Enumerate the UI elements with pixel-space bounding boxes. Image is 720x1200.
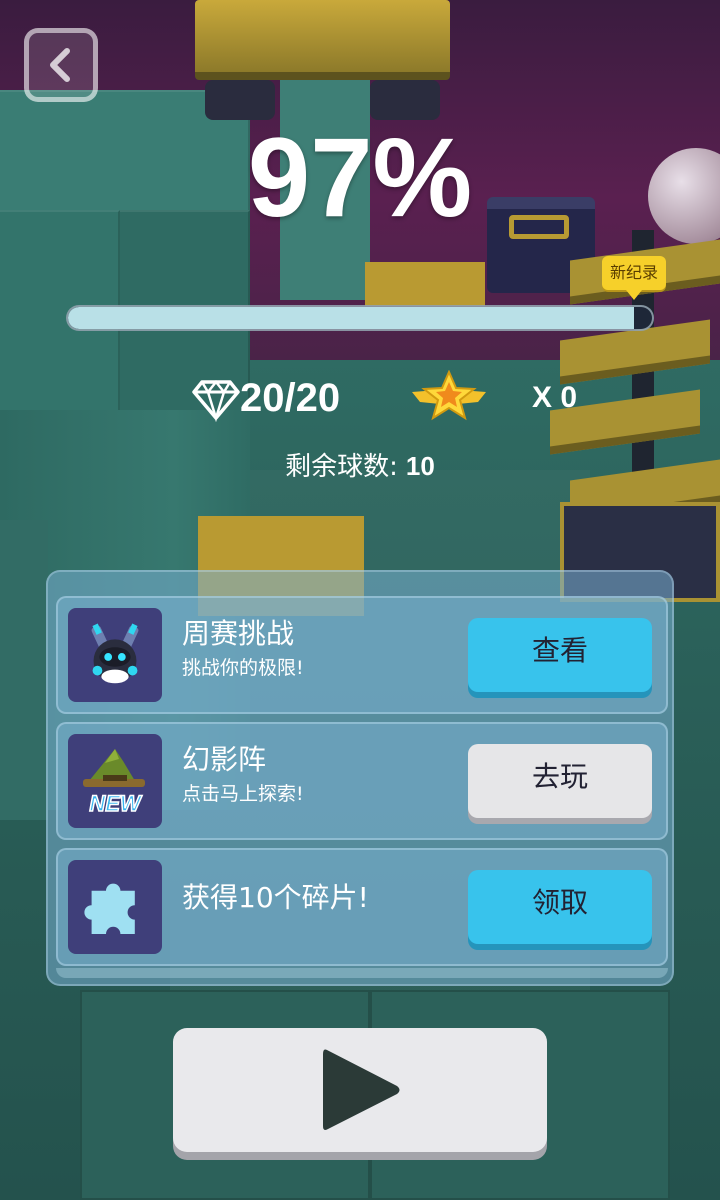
yellow-tile <box>365 262 485 306</box>
balls-remaining-value: 10 <box>405 451 435 481</box>
lower-left-block <box>0 520 48 820</box>
claim-button[interactable]: 领取 <box>468 870 652 944</box>
yellow-gate <box>195 0 450 80</box>
row-subtitle: 点击马上探索! <box>182 783 304 805</box>
row-thumbnail: NEW <box>68 734 162 828</box>
row-title: 获得10个碎片! <box>182 881 369 914</box>
balls-remaining: 剩余球数: 10 <box>0 446 720 487</box>
chevron-left-icon <box>50 48 70 82</box>
winged-star-icon <box>412 370 486 421</box>
gem-count: 20/20 <box>240 376 341 420</box>
row-title: 幻影阵 <box>182 743 267 776</box>
progress-fill <box>68 307 635 329</box>
events-panel: 周赛挑战 挑战你的极限! 查看 NEW 幻影阵 点击马上探索! 去玩 获得10个… <box>46 570 674 986</box>
new-record-badge: 新纪录 <box>602 256 666 300</box>
play-button[interactable] <box>173 1028 547 1152</box>
list-item-phantom-array: NEW 幻影阵 点击马上探索! 去玩 <box>56 722 668 840</box>
witch-hat-new-icon: NEW <box>83 749 145 817</box>
row-thumbnail <box>68 860 162 954</box>
progress-percent: 97% <box>247 115 473 240</box>
back-button[interactable] <box>24 28 98 102</box>
gate-pillar <box>370 80 440 120</box>
view-button[interactable]: 查看 <box>468 618 652 692</box>
play-icon <box>323 1049 400 1130</box>
gate-pillar <box>205 80 275 120</box>
puzzle-piece-icon <box>84 883 135 934</box>
row-thumbnail <box>68 608 162 702</box>
panel-bottom-edge <box>56 968 668 978</box>
new-label: NEW <box>89 791 143 816</box>
star-count: X 0 <box>532 381 578 414</box>
list-item-collect-fragments: 获得10个碎片! 领取 <box>56 848 668 966</box>
row-title: 周赛挑战 <box>182 617 295 650</box>
go-play-button[interactable]: 去玩 <box>468 744 652 818</box>
list-item-weekly-challenge: 周赛挑战 挑战你的极限! 查看 <box>56 596 668 714</box>
stats-row: 20/20 X 0 <box>0 370 720 430</box>
balls-remaining-label: 剩余球数: <box>285 452 398 482</box>
robot-character-icon <box>91 623 139 684</box>
level-progress-bar <box>66 305 654 331</box>
diamond-icon <box>192 379 240 422</box>
row-subtitle: 挑战你的极限! <box>182 657 304 679</box>
